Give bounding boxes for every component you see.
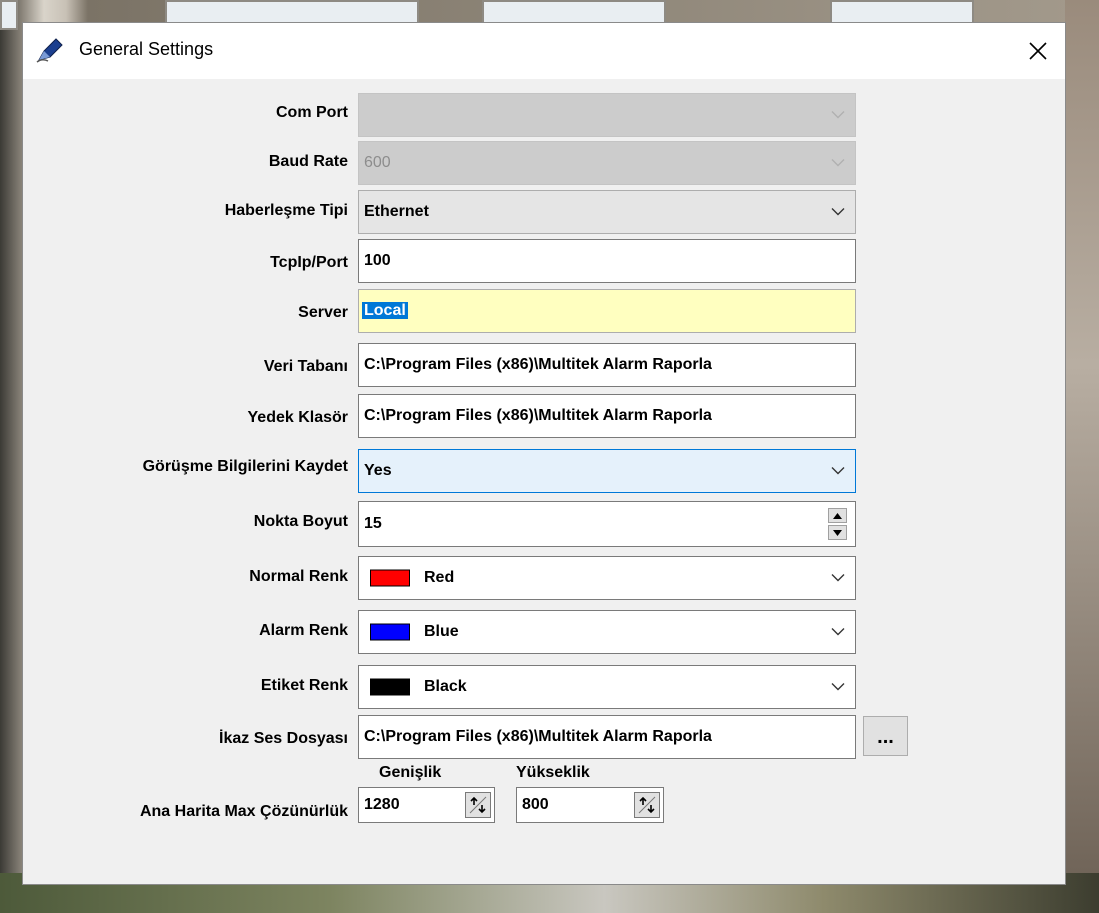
tcpip-port-label: TcpIp/Port (270, 254, 348, 271)
spin-down-button[interactable] (828, 525, 847, 540)
pen-icon (36, 38, 63, 63)
warning-sound-label: İkaz Ses Dosyası (219, 730, 348, 747)
color-swatch (370, 678, 410, 696)
server-value: Local (362, 302, 408, 319)
backup-folder-input[interactable]: C:\Program Files (x86)\Multitek Alarm Ra… (358, 394, 856, 438)
normal-color-label: Normal Renk (249, 568, 348, 585)
server-label: Server (298, 304, 348, 321)
label-color-select[interactable]: Black (358, 665, 856, 709)
chevron-down-icon (831, 159, 845, 167)
arrow-down-icon (833, 529, 842, 536)
warning-sound-path-input[interactable]: C:\Program Files (x86)\Multitek Alarm Ra… (358, 715, 856, 759)
normal-color-select[interactable]: Red (358, 556, 856, 600)
arrow-up-icon (833, 512, 842, 519)
chevron-down-icon (831, 574, 845, 582)
com-port-select[interactable] (358, 93, 856, 137)
height-spin-button[interactable] (634, 792, 660, 818)
width-label: Genişlik (379, 764, 442, 781)
up-down-arrows-icon (469, 796, 487, 814)
general-settings-dialog: General Settings Com Port Baud Rate 600 … (22, 22, 1066, 885)
map-resolution-label: Ana Harita Max Çözünürlük (139, 803, 348, 820)
title-bar: General Settings (23, 23, 1065, 79)
database-path-input[interactable]: C:\Program Files (x86)\Multitek Alarm Ra… (358, 343, 856, 387)
map-height-stepper[interactable]: 800 (516, 787, 664, 823)
server-input[interactable]: Local (358, 289, 856, 333)
save-calls-select[interactable]: Yes (358, 449, 856, 493)
close-icon (1029, 42, 1047, 60)
map-width-stepper[interactable]: 1280 (358, 787, 495, 823)
comm-type-label: Haberleşme Tipi (224, 202, 348, 219)
window-title: General Settings (79, 39, 214, 59)
chevron-down-icon (831, 208, 845, 216)
com-port-label: Com Port (276, 104, 348, 121)
chevron-down-icon (831, 628, 845, 636)
backup-folder-label: Yedek Klasör (247, 409, 349, 426)
color-swatch (370, 569, 410, 587)
save-calls-label: Görüşme Bilgilerini Kaydet (142, 458, 348, 475)
close-button[interactable] (1011, 23, 1065, 79)
chevron-down-icon (831, 683, 845, 691)
point-size-spin (828, 508, 847, 540)
width-spin-button[interactable] (465, 792, 491, 818)
spin-up-button[interactable] (828, 508, 847, 523)
point-size-stepper[interactable]: 15 (358, 501, 856, 547)
height-label: Yükseklik (516, 764, 590, 781)
up-down-arrows-icon (638, 796, 656, 814)
color-swatch (370, 623, 410, 641)
baud-rate-label: Baud Rate (268, 153, 348, 170)
chevron-down-icon (831, 467, 845, 475)
browse-button[interactable]: ... (863, 716, 908, 756)
database-label: Veri Tabanı (263, 358, 348, 375)
point-size-label: Nokta Boyut (253, 513, 348, 530)
comm-type-select[interactable]: Ethernet (358, 190, 856, 234)
label-color-label: Etiket Renk (260, 677, 348, 694)
baud-rate-select[interactable]: 600 (358, 141, 856, 185)
alarm-color-select[interactable]: Blue (358, 610, 856, 654)
chevron-down-icon (831, 111, 845, 119)
alarm-color-label: Alarm Renk (259, 622, 348, 639)
tcpip-port-input[interactable]: 100 (358, 239, 856, 283)
